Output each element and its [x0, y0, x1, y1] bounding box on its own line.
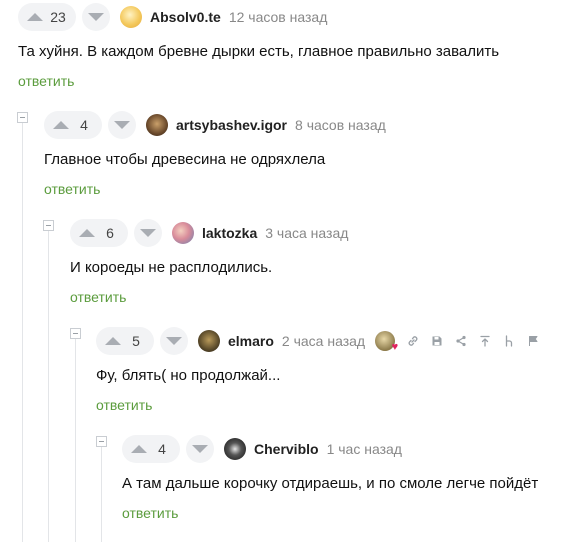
vote-box: 5 [96, 327, 154, 355]
downvote-icon [88, 13, 104, 21]
comment-text: А там дальше корочку отдираешь, и по смо… [122, 475, 539, 492]
comment-header: 5 elmaro 2 часа назад ♥ [96, 327, 545, 355]
reply-link[interactable]: ответить [122, 505, 178, 521]
avatar[interactable] [120, 6, 142, 28]
avatar[interactable] [146, 114, 168, 136]
comment-time: 3 часа назад [265, 225, 349, 241]
comment-tools: ♥ [375, 331, 545, 353]
upvote-button[interactable] [76, 219, 98, 247]
downvote-button[interactable] [82, 3, 110, 31]
collapse-toggle[interactable] [96, 436, 107, 447]
downvote-icon [140, 229, 156, 237]
downvote-button[interactable] [186, 435, 214, 463]
reply-link[interactable]: ответить [44, 181, 100, 197]
award-icon[interactable]: ♥ [375, 331, 398, 353]
comment-time: 8 часов назад [295, 117, 386, 133]
comment-author[interactable]: elmaro [228, 333, 274, 349]
comment-text: Та хуйня. В каждом бревне дырки есть, гл… [18, 43, 500, 60]
upvote-icon [79, 229, 95, 237]
comment-score: 23 [50, 9, 66, 25]
downvote-button[interactable] [160, 327, 188, 355]
branch-icon[interactable] [503, 335, 515, 347]
comment-author[interactable]: Cherviblo [254, 441, 319, 457]
comment-header: 6 laktozka 3 часа назад [70, 219, 348, 247]
downvote-button[interactable] [108, 111, 136, 139]
save-icon[interactable] [431, 335, 443, 347]
avatar[interactable] [224, 438, 246, 460]
comment-author[interactable]: Absolv0.te [150, 9, 221, 25]
comment-time: 1 час назад [326, 441, 402, 457]
avatar[interactable] [172, 222, 194, 244]
flag-icon[interactable] [527, 335, 539, 347]
comment-score: 4 [80, 117, 88, 133]
comment-author[interactable]: laktozka [202, 225, 257, 241]
comment-time: 2 часа назад [281, 333, 366, 349]
upvote-icon [27, 13, 43, 21]
share-icon[interactable] [455, 335, 467, 347]
vote-box: 4 [122, 435, 180, 463]
collapse-toggle[interactable] [43, 220, 54, 231]
downvote-icon [114, 121, 130, 129]
comment-text: Фу, блять( но продолжай... [96, 367, 281, 384]
comment-header: 4 Cherviblo 1 час назад [122, 435, 402, 463]
vote-box: 23 [18, 3, 76, 31]
thread-line [48, 230, 49, 542]
comment-header: 23 Absolv0.te 12 часов назад [18, 3, 327, 31]
upvote-icon [131, 445, 147, 453]
comment-text: И короеды не расплодились. [70, 259, 273, 276]
vote-box: 4 [44, 111, 102, 139]
comment-author[interactable]: artsybashev.igor [176, 117, 287, 133]
downvote-icon [192, 445, 208, 453]
reply-link[interactable]: ответить [18, 73, 74, 89]
reply-link[interactable]: ответить [70, 289, 126, 305]
link-icon[interactable] [407, 335, 419, 347]
comment-time: 12 часов назад [228, 9, 328, 25]
thread-line [75, 338, 76, 542]
upvote-button[interactable] [128, 435, 150, 463]
comment-text: Главное чтобы древесина не одряхлела [44, 151, 326, 168]
vote-box: 6 [70, 219, 128, 247]
collapse-toggle[interactable] [70, 328, 81, 339]
avatar[interactable] [198, 330, 220, 352]
upvote-icon [105, 337, 121, 345]
comment-score: 5 [132, 333, 140, 349]
comment-score: 4 [158, 441, 166, 457]
upvote-icon [53, 121, 69, 129]
reply-link[interactable]: ответить [96, 397, 152, 413]
upvote-button[interactable] [24, 3, 46, 31]
pin-up-icon[interactable] [479, 335, 491, 347]
downvote-icon [166, 337, 182, 345]
comment-header: 4 artsybashev.igor 8 часов назад [44, 111, 386, 139]
comment-score: 6 [106, 225, 114, 241]
collapse-toggle[interactable] [17, 112, 28, 123]
thread-line [22, 122, 23, 542]
downvote-button[interactable] [134, 219, 162, 247]
upvote-button[interactable] [50, 111, 72, 139]
upvote-button[interactable] [102, 327, 124, 355]
thread-line [101, 446, 102, 542]
